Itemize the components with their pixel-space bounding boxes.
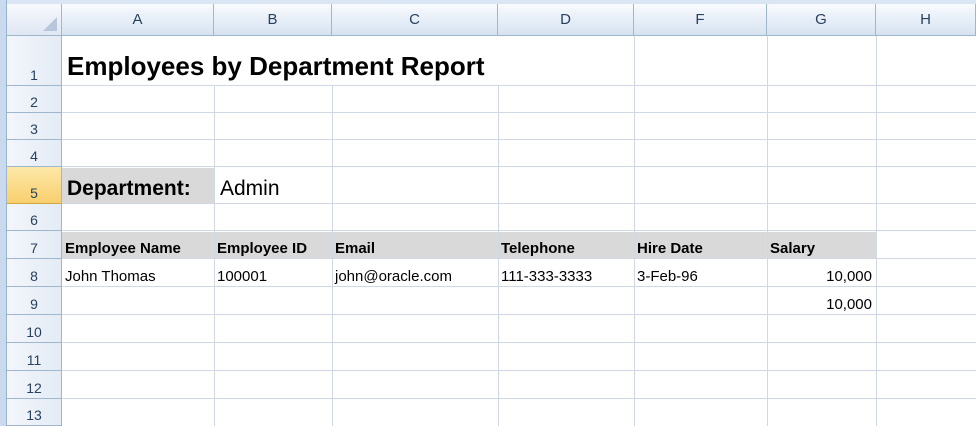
gridline xyxy=(876,36,877,426)
select-all-button[interactable] xyxy=(7,4,62,36)
row-header-12[interactable]: 12 xyxy=(7,371,62,399)
cell-employee-id[interactable]: 100001 xyxy=(214,259,267,285)
department-value[interactable]: Admin xyxy=(214,167,280,201)
cell-employee-name[interactable]: John Thomas xyxy=(62,259,156,285)
spreadsheet[interactable]: A B C D F G H 1 2 3 4 5 6 7 8 9 10 11 12… xyxy=(0,0,976,426)
report-title[interactable]: Employees by Department Report xyxy=(62,36,485,82)
department-label[interactable]: Department: xyxy=(62,167,191,201)
sheet-left-frame xyxy=(0,0,7,426)
gridline xyxy=(62,203,976,204)
row-header-9[interactable]: 9 xyxy=(7,287,62,315)
row-header-11[interactable]: 11 xyxy=(7,343,62,371)
row-header-5[interactable]: 5 xyxy=(7,167,62,204)
column-header-c[interactable]: C xyxy=(332,4,498,36)
gridline xyxy=(62,398,976,399)
gridline xyxy=(62,166,976,167)
table-header-shading xyxy=(62,232,876,259)
gridline xyxy=(62,370,976,371)
header-hire-date[interactable]: Hire Date xyxy=(634,231,703,257)
column-header-h[interactable]: H xyxy=(876,4,976,36)
row-header-3[interactable]: 3 xyxy=(7,113,62,140)
row-header-13[interactable]: 13 xyxy=(7,399,62,426)
cell-salary[interactable]: 10,000 xyxy=(767,259,876,285)
gridline xyxy=(62,85,976,86)
cell-hire-date[interactable]: 3-Feb-96 xyxy=(634,259,698,285)
row-header-8[interactable]: 8 xyxy=(7,259,62,287)
row-header-7[interactable]: 7 xyxy=(7,231,62,259)
column-header-f[interactable]: F xyxy=(634,4,767,36)
cell-salary-total[interactable]: 10,000 xyxy=(767,287,876,313)
header-employee-name[interactable]: Employee Name xyxy=(62,231,181,257)
header-employee-id[interactable]: Employee ID xyxy=(214,231,307,257)
row-header-6[interactable]: 6 xyxy=(7,204,62,231)
column-header-a[interactable]: A xyxy=(62,4,214,36)
gridline xyxy=(62,112,976,113)
header-telephone[interactable]: Telephone xyxy=(498,231,575,257)
select-all-icon xyxy=(43,17,57,31)
row-header-4[interactable]: 4 xyxy=(7,140,62,167)
gridline xyxy=(62,314,976,315)
row-header-10[interactable]: 10 xyxy=(7,315,62,343)
column-header-g[interactable]: G xyxy=(767,4,876,36)
column-header-b[interactable]: B xyxy=(214,4,332,36)
cell-telephone[interactable]: 111-333-3333 xyxy=(498,259,592,285)
column-header-d[interactable]: D xyxy=(498,4,634,36)
header-salary[interactable]: Salary xyxy=(767,231,815,257)
gridline xyxy=(62,139,976,140)
gridline xyxy=(62,342,976,343)
cell-email[interactable]: john@oracle.com xyxy=(332,259,452,285)
row-header-1[interactable]: 1 xyxy=(7,36,62,86)
header-email[interactable]: Email xyxy=(332,231,375,257)
row-header-2[interactable]: 2 xyxy=(7,86,62,113)
